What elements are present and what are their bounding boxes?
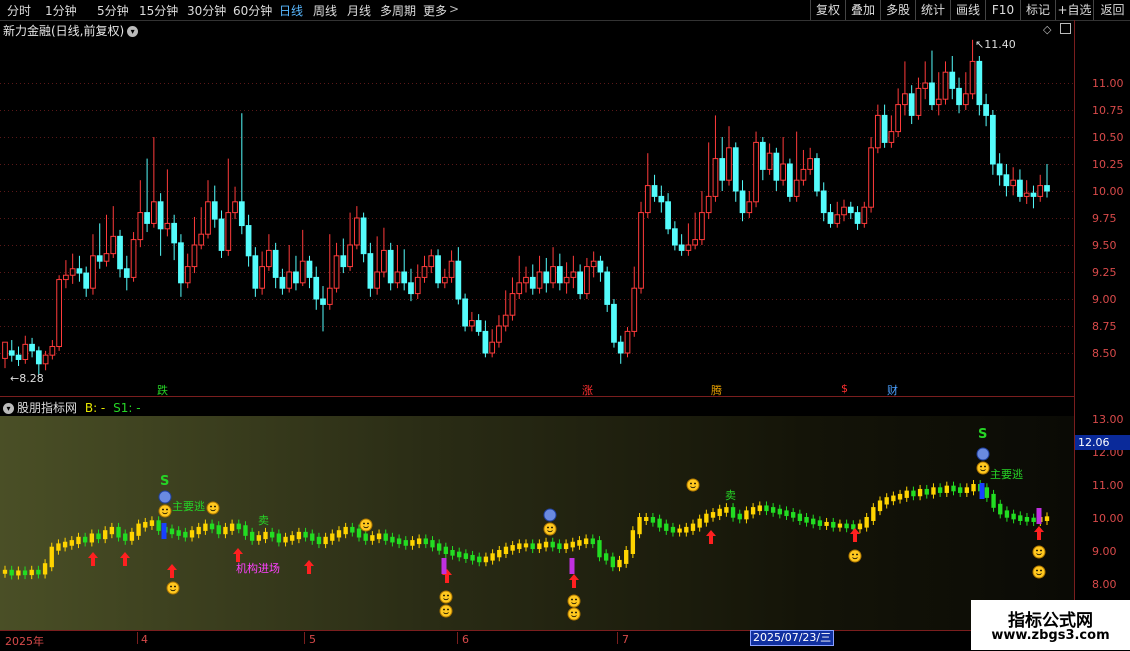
- smiley-icon: [848, 549, 862, 563]
- smiley-eye: [214, 505, 216, 508]
- x-tick-line: [137, 632, 138, 644]
- x-tick: 7: [622, 633, 629, 646]
- y-tick: 11.00: [1092, 77, 1124, 90]
- smiley-eye: [856, 553, 858, 556]
- smiley-eye: [690, 482, 692, 485]
- x-tick: 6: [462, 633, 469, 646]
- smiley-eye: [852, 553, 854, 556]
- time-axis: 2025年 4 5 6 7: [0, 630, 1130, 651]
- y-tick: 9.00: [1092, 293, 1117, 306]
- smiley-eye: [1036, 569, 1038, 572]
- smiley-eye: [174, 585, 176, 588]
- smiley-eye: [571, 598, 573, 601]
- smiley-eye: [575, 598, 577, 601]
- y-tick: 9.50: [1092, 239, 1117, 252]
- buy-arrow-icon: [88, 552, 98, 566]
- x-tick-line: [617, 632, 618, 644]
- smiley-icon: [166, 581, 180, 595]
- smiley-icon: [567, 607, 581, 621]
- s-signal-label: S: [978, 427, 988, 442]
- signal-bar-marker: [569, 558, 575, 574]
- sub-y-tick: 10.00: [1092, 512, 1124, 525]
- sad-face-icon: [158, 490, 172, 504]
- smiley-icon: [359, 518, 373, 532]
- smiley-icon: [439, 590, 453, 604]
- smiley-eye: [447, 608, 449, 611]
- x-tick: 4: [141, 633, 148, 646]
- institution-entry-label: 机构进场: [236, 562, 280, 575]
- buy-arrow-icon: [120, 552, 130, 566]
- smiley-eye: [162, 508, 164, 511]
- sub-y-tick: 8.00: [1092, 578, 1117, 591]
- smiley-icon: [686, 478, 700, 492]
- sell-signal-label: 卖: [725, 489, 736, 502]
- buy-arrow-icon: [850, 528, 860, 542]
- smiley-icon: [1032, 545, 1046, 559]
- signal-bar-marker: [979, 483, 985, 499]
- sell-signal-label: 卖: [258, 514, 269, 527]
- escape-signal-label: 主要逃: [990, 468, 1023, 481]
- buy-arrow-icon: [569, 574, 579, 588]
- smiley-eye: [1036, 549, 1038, 552]
- signal-bar-marker: [441, 558, 447, 574]
- indicator-chart[interactable]: [0, 0, 1074, 630]
- smiley-eye: [980, 465, 982, 468]
- y-tick: 10.00: [1092, 185, 1124, 198]
- y-tick: 8.75: [1092, 320, 1117, 333]
- smiley-eye: [447, 594, 449, 597]
- buy-arrow-icon: [706, 530, 716, 544]
- smiley-eye: [571, 611, 573, 614]
- sad-face-icon: [976, 447, 990, 461]
- x-tick: 2025年: [5, 635, 44, 648]
- signal-bar-marker: [1036, 508, 1042, 524]
- escape-signal-label: 主要逃: [172, 500, 205, 513]
- y-tick: 10.75: [1092, 104, 1124, 117]
- smiley-eye: [170, 585, 172, 588]
- smiley-eye: [1040, 549, 1042, 552]
- s-signal-label: S: [160, 474, 170, 489]
- smiley-icon: [976, 461, 990, 475]
- buy-arrow-icon: [1034, 526, 1044, 540]
- back-button[interactable]: 返回: [1093, 0, 1130, 20]
- x-tick: 5: [309, 633, 316, 646]
- smiley-icon: [543, 522, 557, 536]
- sub-y-tick: 13.00: [1092, 413, 1124, 426]
- buy-arrow-icon: [304, 560, 314, 574]
- smiley-icon: [567, 594, 581, 608]
- smiley-eye: [575, 611, 577, 614]
- smiley-eye: [984, 465, 986, 468]
- x-tick-line: [304, 632, 305, 644]
- smiley-eye: [443, 608, 445, 611]
- buy-arrow-icon: [167, 564, 177, 578]
- y-tick: 10.25: [1092, 158, 1124, 171]
- smiley-icon: [1032, 565, 1046, 579]
- smiley-eye: [443, 594, 445, 597]
- smiley-eye: [363, 522, 365, 525]
- crosshair-date-label: 2025/07/23/三: [750, 630, 835, 646]
- y-tick: 10.50: [1092, 131, 1124, 144]
- y-tick: 8.50: [1092, 347, 1117, 360]
- smiley-icon: [206, 501, 220, 515]
- watermark-url: www.zbgs3.com: [991, 628, 1110, 643]
- smiley-icon: [158, 504, 172, 518]
- y-tick: 9.25: [1092, 266, 1117, 279]
- sub-y-tick: 9.00: [1092, 545, 1117, 558]
- smiley-eye: [367, 522, 369, 525]
- sad-face-icon: [543, 508, 557, 522]
- x-tick-line: [457, 632, 458, 644]
- current-value-badge: 12.06: [1075, 435, 1130, 450]
- y-tick: 9.75: [1092, 212, 1117, 225]
- watermark-logo: 指标公式网 www.zbgs3.com: [971, 600, 1130, 650]
- smiley-eye: [547, 526, 549, 529]
- sub-y-tick: 11.00: [1092, 479, 1124, 492]
- smiley-eye: [694, 482, 696, 485]
- smiley-eye: [551, 526, 553, 529]
- smiley-eye: [1040, 569, 1042, 572]
- smiley-icon: [439, 604, 453, 618]
- signal-bar-marker: [161, 523, 167, 539]
- smiley-eye: [166, 508, 168, 511]
- smiley-eye: [210, 505, 212, 508]
